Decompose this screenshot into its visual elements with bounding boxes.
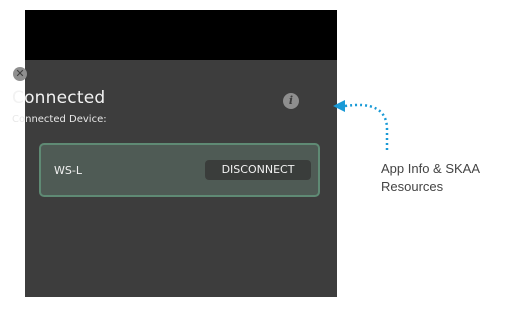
callout-line-1: App Info & SKAA bbox=[381, 161, 481, 176]
callout-text: App Info & SKAA Resources bbox=[381, 160, 521, 196]
callout-line-2: Resources bbox=[381, 179, 444, 194]
